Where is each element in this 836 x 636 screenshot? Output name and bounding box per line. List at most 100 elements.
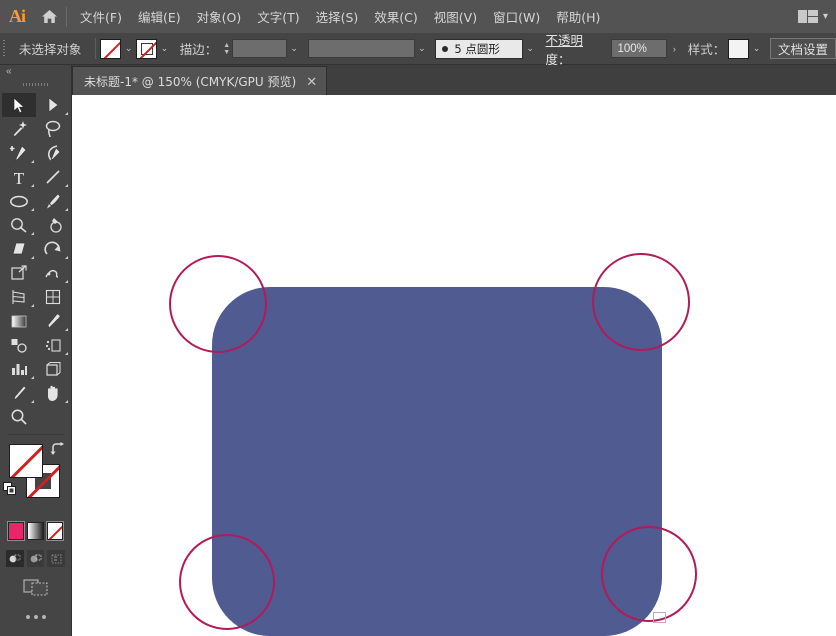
menu-item-window[interactable]: 窗口(W) (485, 3, 548, 30)
corner-guide-circle-top-left[interactable] (169, 255, 267, 353)
opacity-input[interactable]: 100% (611, 39, 666, 58)
menu-item-effect[interactable]: 效果(C) (366, 3, 425, 30)
stroke-weight-stepper[interactable]: ▲ ▼ (221, 39, 232, 59)
tools-panel-grip[interactable] (0, 78, 71, 91)
shaper-tool[interactable] (2, 213, 36, 237)
canvas-area[interactable] (72, 95, 836, 636)
zoom-tool[interactable] (2, 405, 36, 429)
flyout-indicator-icon (65, 208, 68, 211)
column-graph-tool[interactable] (2, 357, 36, 381)
style-label: 样式： (682, 39, 729, 58)
mesh-tool[interactable] (36, 285, 70, 309)
flyout-indicator-icon (65, 112, 68, 115)
menu-item-type[interactable]: 文字(T) (249, 3, 307, 30)
menu-item-view[interactable]: 视图(V) (426, 3, 485, 30)
rounded-rectangle[interactable] (212, 287, 662, 636)
illustrator-window: Ai 文件(F) 编辑(E) 对象(O) 文字(T) 选择(S) 效果(C) 视… (0, 0, 836, 636)
ellipse-tool[interactable] (2, 189, 36, 213)
collapse-panel-icon[interactable]: « (0, 65, 71, 78)
draw-behind-button[interactable] (27, 550, 45, 567)
tool-empty-slot (36, 405, 70, 429)
brush-definition-select[interactable]: 5 点圆形 (435, 39, 522, 59)
eraser-tool[interactable] (2, 237, 36, 261)
svg-text:T: T (14, 169, 25, 186)
artboard-tool[interactable] (36, 357, 70, 381)
brush-chevron-down-icon[interactable]: ⌄ (523, 39, 538, 59)
blend-tool[interactable] (2, 333, 36, 357)
menu-item-object[interactable]: 对象(O) (189, 3, 250, 30)
divider (95, 38, 96, 59)
menu-item-list: 文件(F) 编辑(E) 对象(O) 文字(T) 选择(S) 效果(C) 视图(V… (72, 3, 608, 30)
hand-tool[interactable] (36, 381, 70, 405)
flyout-indicator-icon (31, 376, 34, 379)
corner-guide-circle-bottom-left[interactable] (179, 534, 275, 630)
document-setup-button[interactable]: 文档设置 (770, 38, 836, 59)
opacity-flyout-arrow-icon[interactable]: › (667, 39, 682, 59)
menu-item-help[interactable]: 帮助(H) (548, 3, 608, 30)
eyedropper-tool[interactable] (36, 309, 70, 333)
control-bar-grip[interactable] (0, 33, 9, 65)
paintbrush-tool[interactable] (36, 189, 70, 213)
workspace-switcher[interactable]: ▾ (798, 0, 828, 33)
stroke-profile-select[interactable] (308, 39, 415, 58)
menu-item-select[interactable]: 选择(S) (308, 3, 367, 30)
perspective-grid-tool[interactable] (2, 285, 36, 309)
change-screen-mode-button[interactable] (0, 567, 71, 598)
symbol-sprayer-tool[interactable] (36, 333, 70, 357)
style-chevron-down-icon[interactable]: ⌄ (749, 39, 764, 59)
toolbar-fill-swatch[interactable] (9, 444, 43, 478)
magic-wand-tool[interactable] (2, 117, 36, 141)
gradient-button[interactable] (27, 522, 43, 540)
menu-item-edit[interactable]: 编辑(E) (130, 3, 189, 30)
line-segment-tool[interactable] (36, 165, 70, 189)
fill-swatch[interactable] (100, 39, 121, 59)
corner-guide-circle-top-right[interactable] (592, 253, 690, 351)
stroke-swatch[interactable] (136, 39, 157, 59)
stroke-weight-input[interactable] (232, 39, 287, 58)
stroke-weight-chevron-down-icon[interactable]: ⌄ (287, 39, 302, 59)
lasso-tool[interactable] (36, 117, 70, 141)
flyout-indicator-icon (65, 256, 68, 259)
tools-panel: « (0, 65, 72, 636)
workspace-layout-icon (798, 10, 818, 23)
flyout-indicator-icon (31, 304, 34, 307)
type-tool[interactable]: T (2, 165, 36, 189)
corner-guide-circle-bottom-right[interactable] (601, 526, 697, 622)
default-fill-stroke-icon[interactable] (3, 482, 17, 496)
draw-inside-button[interactable] (47, 550, 65, 567)
edit-toolbar-button[interactable] (0, 598, 71, 619)
gradient-tool[interactable] (2, 309, 36, 333)
pen-tool[interactable] (2, 141, 36, 165)
color-button[interactable] (8, 522, 24, 540)
curvature-tool[interactable] (36, 141, 70, 165)
direct-selection-tool[interactable] (36, 93, 70, 117)
slice-tool[interactable] (2, 381, 36, 405)
home-icon[interactable] (34, 0, 64, 33)
swap-fill-stroke-icon[interactable] (49, 442, 65, 456)
stroke-profile-chevron-down-icon[interactable]: ⌄ (415, 39, 430, 59)
opacity-label[interactable]: 不透明度： (542, 30, 612, 68)
drawing-mode-buttons (0, 544, 71, 567)
draw-normal-button[interactable] (6, 550, 24, 567)
stepper-up-icon: ▲ (223, 43, 230, 48)
document-tab-title: 未标题-1* @ 150% (CMYK/GPU 预览) (84, 73, 296, 90)
opacity-value: 100% (612, 43, 651, 55)
none-button[interactable] (47, 522, 63, 540)
selection-tool[interactable] (2, 93, 36, 117)
close-icon[interactable]: ✕ (306, 75, 317, 88)
fill-dropdown-chevron-down-icon[interactable]: ⌄ (121, 39, 136, 59)
blob-brush-tool[interactable] (36, 213, 70, 237)
stepper-down-icon: ▼ (223, 50, 230, 55)
graphic-style-swatch[interactable] (728, 39, 749, 59)
shape-builder-tool[interactable] (36, 261, 70, 285)
dot-icon (34, 615, 38, 619)
document-tab[interactable]: 未标题-1* @ 150% (CMYK/GPU 预览) ✕ (72, 66, 327, 95)
rotate-tool[interactable] (36, 237, 70, 261)
selection-status-label: 未选择对象 (9, 39, 92, 58)
brush-definition-value: 5 点圆形 (454, 41, 499, 57)
free-transform-tool[interactable] (2, 261, 36, 285)
app-logo: Ai (0, 0, 34, 33)
stroke-dropdown-chevron-down-icon[interactable]: ⌄ (157, 39, 172, 59)
menu-item-file[interactable]: 文件(F) (72, 3, 130, 30)
flyout-indicator-icon (65, 400, 68, 403)
